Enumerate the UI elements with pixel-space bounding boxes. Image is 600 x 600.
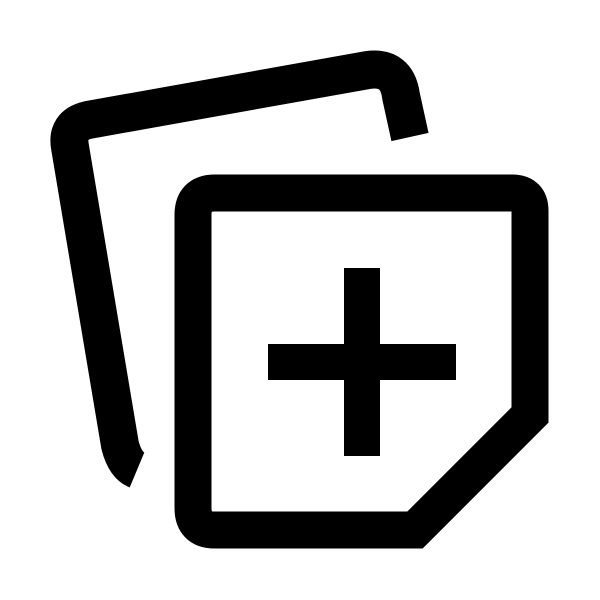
plus-horizontal-bar bbox=[268, 344, 456, 380]
icon-canvas bbox=[0, 0, 600, 600]
add-note-icon bbox=[50, 50, 549, 549]
